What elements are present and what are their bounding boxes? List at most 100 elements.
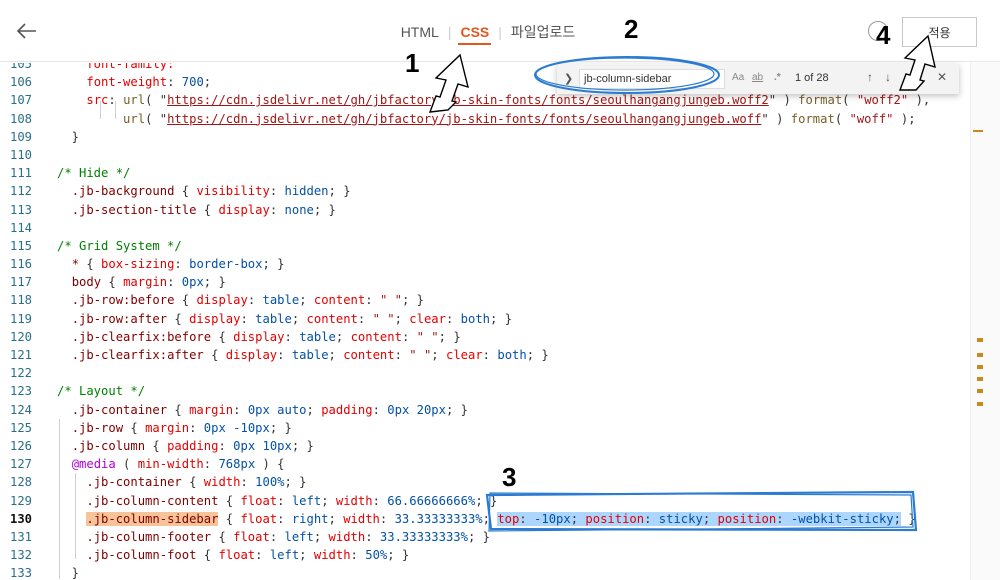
code-token: :: [269, 184, 285, 199]
code-token: ; }: [526, 348, 549, 362]
whole-word-icon[interactable]: ab: [752, 72, 763, 83]
code-token: ; }: [203, 275, 226, 290]
code-token: ; }: [291, 438, 314, 453]
next-match-icon[interactable]: ↓: [885, 70, 891, 84]
regex-icon[interactable]: .*: [774, 72, 781, 83]
code-token: ; }: [401, 293, 424, 308]
code-text: .jb-container { margin: 0px auto; paddin…: [57, 401, 468, 419]
code-token: ;: [291, 311, 307, 326]
code-token: ;: [570, 511, 586, 526]
line-number: 126: [9, 438, 32, 453]
code-token: clear: [445, 348, 483, 362]
code-token: :: [240, 475, 256, 490]
code-token: {: [203, 348, 226, 362]
code-token: display: [218, 202, 270, 217]
tab-file-upload[interactable]: 파일업로드: [509, 22, 577, 45]
line-number: 128: [9, 475, 32, 490]
code-token: " ): [761, 111, 791, 126]
code-text: body { margin: 0px; }: [57, 273, 226, 291]
tab-css[interactable]: CSS: [458, 24, 492, 45]
code-token: :: [277, 493, 292, 508]
code-token: .jb-background: [71, 184, 175, 199]
code-token: :: [357, 311, 373, 326]
code-token: :: [277, 511, 292, 526]
line-number: 132: [9, 548, 32, 563]
code-editor[interactable]: 105 font-family: 106 font-weight: 700; 10…: [0, 63, 1000, 580]
code-token: "woff2": [856, 93, 909, 108]
code-token: {: [167, 311, 190, 326]
code-token: format: [798, 93, 843, 108]
close-icon[interactable]: ✕: [937, 70, 947, 84]
code-token: margin: [145, 420, 190, 435]
code-token: min-width: [137, 457, 204, 472]
code-token: " ): [768, 93, 799, 108]
code-token: {: [196, 202, 219, 217]
code-token: {: [145, 438, 168, 453]
find-widget: ❯ jb-column-sidebar Aa ab .* 1 of 28 ↑ ↓…: [557, 64, 959, 94]
tab-html[interactable]: HTML: [399, 24, 441, 43]
code-text: * { box-sizing: border-box; }: [57, 255, 285, 273]
code-text: /* Layout */: [57, 382, 145, 400]
tab-divider: |: [498, 24, 502, 40]
code-token: padding: [321, 402, 373, 417]
code-token: top: [497, 511, 520, 526]
code-token: {: [218, 511, 241, 526]
scroll-marker: [977, 353, 983, 357]
code-token: 0px: [181, 275, 204, 290]
code-token: none: [284, 202, 314, 217]
code-text: }: [57, 128, 79, 146]
code-token: ) {: [255, 457, 285, 472]
code-token: .jb-row:after: [71, 311, 168, 326]
code-text: .jb-container { width: 100%; }: [57, 473, 306, 491]
code-token: :: [394, 348, 410, 362]
code-token: *: [71, 257, 80, 272]
code-text: .jb-column-content { float: left; width:…: [57, 492, 497, 510]
code-token: ;: [306, 402, 322, 417]
code-token: :: [269, 529, 285, 544]
code-token: format: [790, 111, 835, 126]
previous-match-icon[interactable]: ↑: [867, 70, 873, 84]
find-in-selection-icon[interactable]: ☰: [912, 70, 923, 84]
code-token: " ": [379, 293, 402, 308]
code-text: url( "https://cdn.jsdelivr.net/gh/jbfact…: [57, 110, 916, 128]
match-case-icon[interactable]: Aa: [732, 72, 744, 83]
code-token: :: [203, 457, 219, 472]
code-token: 0px auto: [247, 402, 307, 417]
code-token: width: [335, 493, 373, 508]
apply-button[interactable]: 적용: [902, 17, 977, 47]
code-token: .jb-column-sidebar: [86, 511, 219, 526]
code-token: ; }: [467, 529, 490, 544]
code-token: 0px 20px: [387, 402, 446, 417]
code-token: {: [101, 275, 124, 290]
code-token: visibility: [196, 184, 270, 199]
line-number: 131: [9, 529, 32, 544]
code-token: " ": [372, 311, 395, 326]
code-text: }: [57, 564, 79, 580]
code-token: 33.33333333%: [379, 529, 468, 544]
code-token: ; }: [328, 184, 351, 199]
toggle-replace-icon[interactable]: ❯: [564, 72, 573, 85]
code-token: display: [189, 311, 241, 326]
code-token: :: [174, 257, 190, 272]
code-text: src: url( "https://cdn.jsdelivr.net/gh/j…: [57, 91, 930, 109]
code-text: .jb-row:before { display: table; content…: [57, 291, 424, 309]
code-token: -webkit-sticky: [790, 511, 894, 526]
code-token: ;: [328, 511, 344, 526]
line-number: 115: [9, 238, 32, 253]
scroll-marker: [977, 365, 983, 369]
find-input[interactable]: jb-column-sidebar: [579, 69, 725, 89]
code-token: ;: [702, 511, 718, 526]
code-token: .jb-column-footer: [86, 529, 212, 544]
code-token: right: [291, 511, 329, 526]
editor-scrollbar[interactable]: [970, 63, 1000, 580]
code-token: :: [269, 202, 285, 217]
line-number: 122: [9, 366, 32, 381]
code-token: https://cdn.jsdelivr.net/gh/jbfactory/jb…: [167, 111, 762, 126]
code-token: ;: [893, 511, 901, 526]
top-bar: HTML | CSS | 파일업로드 적용: [0, 0, 1000, 62]
code-token: :: [255, 548, 270, 563]
